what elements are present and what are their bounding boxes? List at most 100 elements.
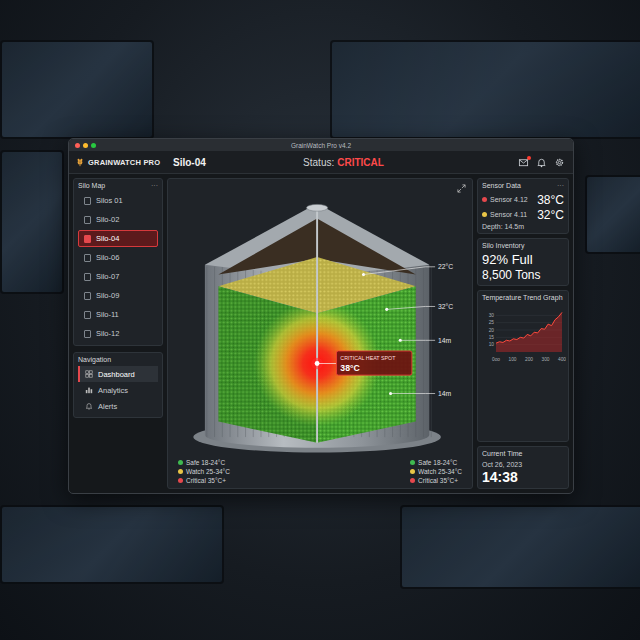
trend-segment: [548, 324, 551, 325]
navigation-panel: Navigation Dashboard Analytics Alerts: [73, 352, 163, 418]
trend-segment: [503, 340, 506, 342]
trend-segment: [555, 317, 558, 320]
depth-label: 22°C: [362, 263, 453, 276]
svg-text:14m: 14m: [438, 390, 452, 397]
trend-segment: [499, 341, 502, 343]
trend-segment: [552, 320, 555, 326]
svg-text:CRITICAL HEAT SPOT: CRITICAL HEAT SPOT: [340, 355, 396, 361]
silo-status: Status: CRITICAL: [303, 157, 384, 168]
sensor-data-panel: Sensor Data ··· Sensor 4.12 38°C Sensor …: [477, 178, 569, 234]
analytics-icon: [85, 386, 93, 394]
trend-segment: [534, 332, 537, 334]
clock-panel: Current Time Oct 26, 2023 14:38: [477, 446, 569, 489]
svg-text:400: 400: [558, 357, 566, 362]
silo-icon: [84, 254, 91, 262]
status-dot: [482, 197, 487, 202]
trend-segment: [527, 334, 530, 335]
svg-text:32°C: 32°C: [438, 303, 453, 310]
inventory-panel: Silo Inventory 92% Full 8,500 Tons: [477, 238, 569, 286]
nav-item[interactable]: Alerts: [78, 398, 158, 414]
silo-item[interactable]: Silo-12: [78, 325, 158, 342]
temperature-legend: Safe 18-24°C Watch 25-34°C Critical 35°C…: [178, 459, 230, 484]
trend-segment: [506, 340, 509, 342]
legend-dot: [178, 478, 183, 483]
temperature-legend: Safe 18-24°C Watch 25-34°C Critical 35°C…: [410, 459, 462, 484]
nav-item[interactable]: Analytics: [78, 382, 158, 398]
background-monitor: [400, 505, 640, 589]
silo-icon: [84, 197, 91, 205]
trend-segment: [538, 329, 541, 333]
maximize-button[interactable]: [91, 143, 96, 148]
hotspot-callout: CRITICAL HEAT SPOT 38°C: [317, 351, 412, 375]
background-monitor: [0, 150, 64, 294]
svg-text:300: 300: [541, 357, 549, 362]
svg-text:100: 100: [508, 357, 516, 362]
silo-item[interactable]: Silo-09: [78, 287, 158, 304]
background-monitor: [585, 175, 640, 254]
trend-panel: Temperature Trend Graph 30252015100oo100…: [477, 290, 569, 442]
notification-badge: [527, 156, 531, 160]
trend-segment: [541, 328, 544, 330]
legend-dot: [178, 460, 183, 465]
window-title: GrainWatch Pro v4.2: [291, 142, 351, 149]
silo-icon: [84, 311, 91, 319]
bell-icon[interactable]: [536, 157, 547, 168]
trend-segment: [559, 312, 562, 316]
gear-icon[interactable]: [554, 157, 565, 168]
trend-segment: [520, 337, 523, 339]
temperature-trend-chart: 30252015100oo100200300400: [482, 304, 566, 366]
background-monitor: [0, 505, 224, 584]
app-header: GRAINWATCH PRO Silo-04 Status: CRITICAL: [69, 151, 573, 174]
silo-item[interactable]: Silo-07: [78, 268, 158, 285]
svg-text:14m: 14m: [438, 337, 452, 344]
background-monitor: [330, 40, 640, 139]
control-room-photo: GrainWatch Pro v4.2 GRAINWATCH PRO Silo-…: [0, 0, 640, 640]
silo-item[interactable]: Silos 01: [78, 192, 158, 209]
brand: GRAINWATCH PRO: [75, 157, 169, 167]
svg-text:38°C: 38°C: [340, 363, 360, 373]
app-window: GrainWatch Pro v4.2 GRAINWATCH PRO Silo-…: [68, 138, 574, 494]
panel-menu[interactable]: ···: [557, 182, 564, 189]
sensor-row: Sensor 4.11 32°C: [482, 207, 564, 222]
silo-icon: [84, 235, 91, 243]
mail-button[interactable]: [518, 157, 529, 168]
status-dot: [482, 212, 487, 217]
depth-label: 32°C: [385, 303, 453, 311]
minimize-button[interactable]: [83, 143, 88, 148]
silo-illustration: 22°C 32°C 14m 14m CRITICAL HEAT SPOT 38°C: [172, 183, 468, 457]
trend-segment: [545, 324, 548, 329]
svg-text:10: 10: [489, 342, 495, 347]
svg-text:15: 15: [489, 335, 495, 340]
svg-text:200: 200: [525, 357, 533, 362]
silo-title: Silo-04: [169, 157, 303, 168]
panel-menu[interactable]: ···: [151, 182, 158, 189]
silo-item[interactable]: Silo-06: [78, 249, 158, 266]
background-monitor: [0, 40, 154, 139]
legend-dot: [410, 478, 415, 483]
legend-dot: [410, 469, 415, 474]
silo-icon: [84, 330, 91, 338]
svg-text:22°C: 22°C: [438, 263, 453, 270]
depth-label: 14m: [399, 337, 452, 344]
trend-segment: [524, 334, 527, 338]
silo-map-panel: Silo Map ··· Silos 01 Silo-02 Silo-04 Si…: [73, 178, 163, 346]
silo-icon: [84, 273, 91, 281]
svg-text:20: 20: [489, 328, 495, 333]
trend-segment: [531, 332, 534, 336]
silo-icon: [84, 292, 91, 300]
silo-item[interactable]: Silo-02: [78, 211, 158, 228]
silo-item[interactable]: Silo-11: [78, 306, 158, 323]
legend-dot: [178, 469, 183, 474]
sensor-row: Sensor 4.12 38°C: [482, 192, 564, 207]
dashboard-icon: [85, 370, 93, 378]
trend-segment: [513, 338, 516, 340]
silo-item[interactable]: Silo-04: [78, 230, 158, 247]
nav-item[interactable]: Dashboard: [78, 366, 158, 382]
trend-segment: [510, 339, 513, 341]
wheat-icon: [75, 157, 85, 167]
close-button[interactable]: [75, 143, 80, 148]
svg-text:0oo: 0oo: [492, 357, 500, 362]
expand-icon[interactable]: [457, 184, 466, 193]
silo-icon: [84, 216, 91, 224]
depth-label: 14m: [389, 390, 451, 397]
